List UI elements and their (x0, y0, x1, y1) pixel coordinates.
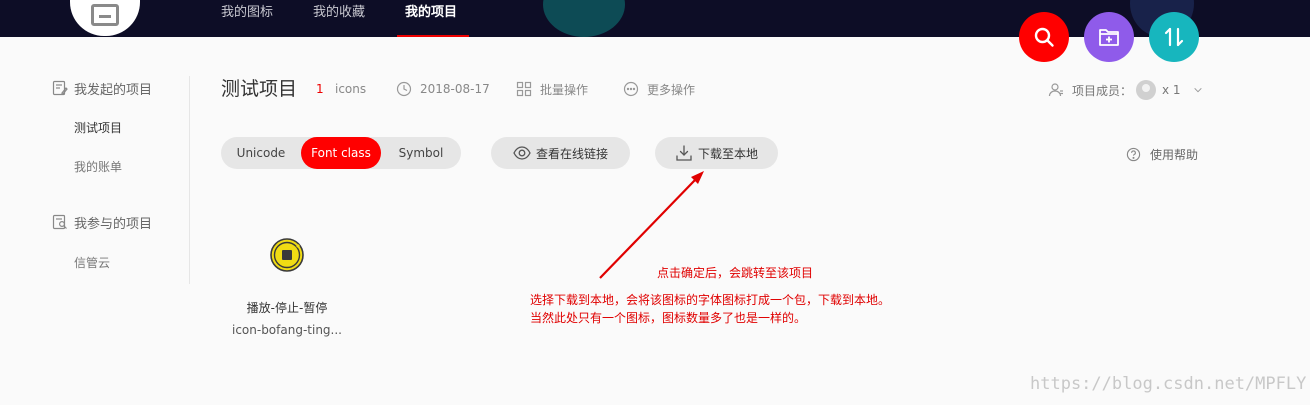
help-link[interactable]: 使用帮助 (1126, 146, 1198, 162)
more-operations-button[interactable]: 更多操作 (623, 80, 695, 98)
sidebar-item-xinguanyun[interactable]: 信管云 (74, 254, 110, 271)
icon-count: 1 (316, 82, 324, 96)
project-members[interactable]: 项目成员： x 1 (1048, 79, 1203, 101)
annotation-text: 选择下载到本地，会将该图标的字体图标打成一个包，下载到本地。 (530, 293, 891, 307)
view-online-link-button[interactable]: 查看在线链接 (491, 137, 630, 169)
nav-my-projects[interactable]: 我的项目 (405, 0, 457, 37)
site-logo[interactable] (70, 0, 140, 36)
project-date: 2018-08-17 (396, 80, 490, 98)
nav-my-icons[interactable]: 我的图标 (221, 0, 273, 37)
sidebar-divider (189, 76, 190, 284)
icon-name: 播放-停止-暂停 (246, 301, 328, 315)
decorative-blob (543, 0, 625, 37)
more-operations-label: 更多操作 (647, 82, 696, 97)
icon-class-name: icon-bofang-ting... (231, 323, 342, 337)
more-dots-icon (623, 81, 639, 97)
upload-download-button[interactable] (1149, 12, 1199, 62)
question-circle-icon (1126, 147, 1141, 161)
members-count: x 1 (1162, 83, 1181, 97)
annotation-text: 当然此处只有一个图标，图标数量多了也是一样的。 (530, 311, 807, 325)
sidebar-heading-created: 我发起的项目 (52, 78, 152, 98)
batch-operations-button[interactable]: 批量操作 (516, 80, 588, 98)
chevron-down-icon (1193, 87, 1202, 93)
annotation-text: 点击确定后，会跳转至该项目 (657, 266, 814, 280)
clock-icon (396, 81, 412, 97)
download-local-label: 下载至本地 (697, 146, 758, 161)
date-value: 2018-08-17 (420, 82, 490, 96)
grid-icon (516, 81, 532, 97)
project-title: 测试项目 (221, 78, 298, 100)
mode-font-class[interactable]: Font class (301, 137, 381, 169)
help-label: 使用帮助 (1150, 147, 1199, 162)
sidebar-heading-label: 我参与的项目 (74, 216, 153, 232)
sidebar-item-my-bill[interactable]: 我的账单 (74, 158, 122, 175)
mode-symbol[interactable]: Symbol (381, 137, 461, 169)
watermark: https://blog.csdn.net/MPFLY (1030, 374, 1307, 394)
search-doc-icon (52, 214, 67, 230)
folder-plus-icon (1099, 29, 1119, 46)
sidebar-heading-joined: 我参与的项目 (52, 212, 152, 232)
view-online-link-label: 查看在线链接 (535, 146, 608, 161)
nav-my-favorites[interactable]: 我的收藏 (313, 0, 365, 37)
search-icon (1034, 27, 1054, 47)
icon-count-label: icons (335, 82, 367, 96)
eye-icon (513, 146, 531, 160)
sidebar-item-test-project[interactable]: 测试项目 (74, 119, 122, 136)
avatar (1136, 80, 1157, 100)
play-stop-pause-icon[interactable] (269, 237, 305, 273)
edit-doc-icon (52, 80, 68, 96)
sort-arrows-icon (1164, 27, 1184, 47)
sidebar-heading-label: 我发起的项目 (74, 82, 153, 98)
members-icon (1048, 83, 1063, 97)
code-mode-switch: Unicode Font class Symbol (221, 137, 461, 169)
download-local-button[interactable]: 下载至本地 (655, 137, 778, 169)
mode-unicode[interactable]: Unicode (221, 137, 301, 169)
members-label: 项目成员： (1072, 83, 1133, 98)
nav-active-indicator (397, 35, 469, 37)
search-button[interactable] (1019, 12, 1069, 62)
download-icon (676, 145, 692, 161)
batch-operations-label: 批量操作 (540, 82, 589, 97)
logo-face-icon (91, 4, 119, 26)
new-project-button[interactable] (1084, 12, 1134, 62)
